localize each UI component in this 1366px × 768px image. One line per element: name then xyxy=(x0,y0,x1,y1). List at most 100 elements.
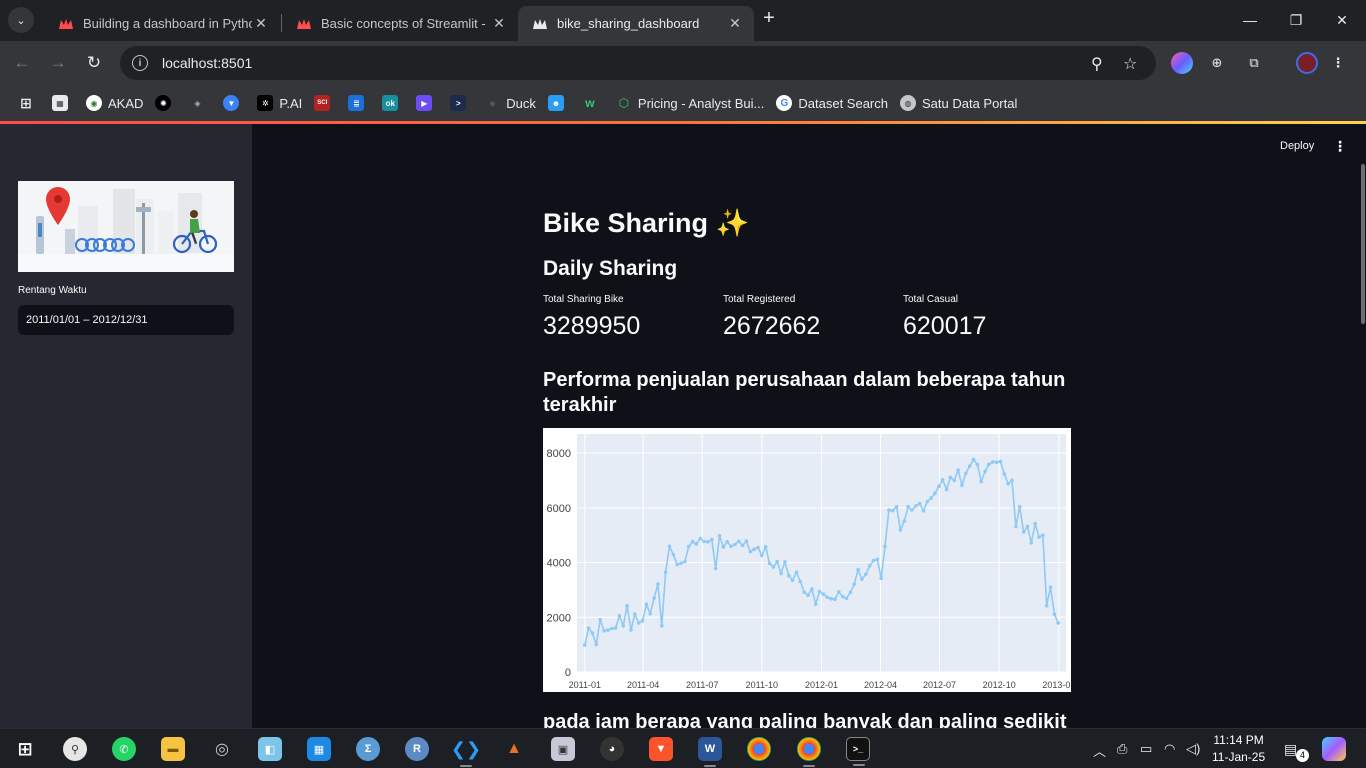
bookmark-play[interactable]: ▶ xyxy=(416,95,438,111)
bookmark-satu-data[interactable]: ◍ Satu Data Portal xyxy=(899,95,1017,111)
data-point xyxy=(633,612,637,616)
reload-icon[interactable]: ↻ xyxy=(82,51,106,75)
date-range-input[interactable]: 2011/01/01 – 2012/12/31 xyxy=(18,305,234,335)
bookmark-akad[interactable]: ◉ AKAD xyxy=(86,95,143,111)
wifi-icon[interactable]: ◠ xyxy=(1164,741,1175,757)
obs-icon[interactable]: ◎ xyxy=(210,737,234,761)
bookmark-shield[interactable]: ▼ xyxy=(223,95,245,111)
url-text: localhost:8501 xyxy=(162,55,253,71)
data-point xyxy=(925,499,930,504)
zoom-icon[interactable]: ⚲ xyxy=(1091,54,1103,74)
page-scrollbar[interactable] xyxy=(1361,164,1365,324)
device-icon[interactable]: ⎙ xyxy=(1117,741,1127,757)
battery-icon[interactable]: ▭ xyxy=(1140,741,1152,757)
data-point xyxy=(606,628,610,632)
bookmark-scihub[interactable]: SCI xyxy=(314,95,336,111)
translate-globe-icon[interactable]: ⊕ xyxy=(1206,52,1228,74)
r-language-icon[interactable]: R xyxy=(405,737,429,761)
tab-basic-concepts[interactable]: Basic concepts of Streamlit - Streamlit … xyxy=(282,6,518,41)
file-explorer-icon[interactable]: ▬ xyxy=(161,737,185,761)
bookmark-item[interactable]: ▦ xyxy=(52,95,74,111)
back-arrow-icon[interactable]: ← xyxy=(10,51,34,75)
metric-total-casual: Total Casual 620017 xyxy=(903,294,1083,341)
data-point xyxy=(879,576,883,581)
close-window-button[interactable]: ✕ xyxy=(1319,0,1365,40)
date-range-label: Rentang Waktu xyxy=(18,285,87,296)
data-point xyxy=(736,539,741,544)
data-point xyxy=(690,539,695,544)
bookmark-dataset-search[interactable]: G Dataset Search xyxy=(776,95,888,111)
new-tab-button[interactable]: + xyxy=(758,8,780,30)
bookmark-layers[interactable]: ◈ xyxy=(189,95,211,111)
volume-icon[interactable]: ◁) xyxy=(1186,741,1200,757)
calendar-icon[interactable]: ▦ xyxy=(307,737,331,761)
app-menu-icon[interactable]: ⋮ xyxy=(1333,138,1347,155)
browser-menu-icon[interactable]: ⋮ xyxy=(1327,52,1349,74)
bookmark-pai[interactable]: ✲ P.AI xyxy=(257,95,302,111)
data-point xyxy=(663,570,668,574)
data-point xyxy=(667,544,672,549)
data-point xyxy=(1033,521,1037,526)
app-generic-icon[interactable]: ▣ xyxy=(551,737,575,761)
app-clock-icon[interactable]: ⚲ xyxy=(63,737,87,761)
bookmark-chatgpt[interactable]: ✺ xyxy=(155,95,177,111)
bike-sharing-illustration xyxy=(18,181,234,272)
close-icon[interactable]: ✕ xyxy=(726,15,744,32)
terminal-icon[interactable]: >_ xyxy=(846,737,870,766)
data-point xyxy=(844,596,849,601)
chrome-icon[interactable] xyxy=(747,737,771,761)
data-point xyxy=(917,501,922,506)
bookmark-terminal[interactable]: > xyxy=(450,95,472,111)
address-bar[interactable]: i localhost:8501 ⚲ ☆ xyxy=(120,46,1156,80)
close-icon[interactable]: ✕ xyxy=(490,15,508,32)
forward-arrow-icon[interactable]: → xyxy=(46,51,70,75)
word-icon[interactable]: W xyxy=(698,737,722,767)
minimize-button[interactable]: — xyxy=(1227,0,1273,40)
deploy-button[interactable]: Deploy xyxy=(1280,140,1314,152)
windows-start-icon[interactable]: ⊞ xyxy=(13,737,37,761)
daily-sharing-subheader: Daily Sharing xyxy=(543,257,678,280)
site-info-icon[interactable]: i xyxy=(132,55,148,71)
data-point xyxy=(613,626,618,630)
extensions-puzzle-icon[interactable]: ⧉ xyxy=(1243,52,1265,74)
matlab-icon[interactable]: ▲ xyxy=(502,737,526,761)
chrome-profile-icon[interactable] xyxy=(797,737,821,767)
bookmark-pricing[interactable]: ⬡ Pricing - Analyst Bui... xyxy=(616,95,765,111)
data-point xyxy=(583,643,587,647)
bookmark-ok[interactable]: ok xyxy=(382,95,404,111)
tab-search-button[interactable]: ⌄ xyxy=(8,7,34,33)
tab-bike-sharing-dashboard[interactable]: bike_sharing_dashboard ✕ xyxy=(518,6,754,41)
tab-building-dashboard[interactable]: Building a dashboard in Python ✕ xyxy=(44,6,280,41)
extension-gemini-icon[interactable] xyxy=(1171,52,1193,74)
math-app-icon[interactable]: Σ xyxy=(356,737,380,761)
bookmark-robot[interactable]: ☻ xyxy=(547,95,570,111)
y-tick-label: 6000 xyxy=(547,503,571,515)
close-icon[interactable]: ✕ xyxy=(252,15,270,32)
data-point xyxy=(871,558,876,563)
data-point xyxy=(702,539,706,544)
profile-avatar[interactable] xyxy=(1296,52,1318,74)
notification-count-badge: 4 xyxy=(1296,749,1309,762)
data-point xyxy=(817,589,822,594)
notes-app-icon[interactable]: ◧ xyxy=(258,737,282,761)
apps-grid-icon[interactable]: ⊞ xyxy=(18,95,40,111)
copilot-icon[interactable] xyxy=(1322,737,1346,761)
restore-button[interactable]: ❐ xyxy=(1273,0,1319,40)
daily-rides-chart[interactable]: 0 2000 4000 6000 8000 2011-01 2011-04 2011-07 20… xyxy=(543,428,1075,692)
data-point xyxy=(629,628,633,632)
data-point xyxy=(890,508,895,513)
whatsapp-icon[interactable]: ✆ xyxy=(112,737,136,761)
data-point xyxy=(617,614,622,618)
data-point xyxy=(979,479,983,484)
bookmark-star-icon[interactable]: ☆ xyxy=(1123,54,1137,74)
bookmark-duck[interactable]: ◆ Duck xyxy=(484,95,536,111)
brave-browser-icon[interactable]: ▼ xyxy=(649,737,673,761)
github-desktop-icon[interactable]: ◕ xyxy=(600,737,624,761)
show-hidden-icons-chevron[interactable]: ︿ xyxy=(1093,741,1106,760)
bookmark-w[interactable]: w xyxy=(582,95,604,111)
vscode-icon[interactable]: ❮❯ xyxy=(451,737,481,767)
data-point xyxy=(1048,585,1053,590)
bookmark-stack[interactable]: ≣ xyxy=(348,95,370,111)
x-tick-label: 2013-01 xyxy=(1042,680,1071,690)
system-clock[interactable]: 11:14 PM 11-Jan-25 xyxy=(1212,732,1265,766)
